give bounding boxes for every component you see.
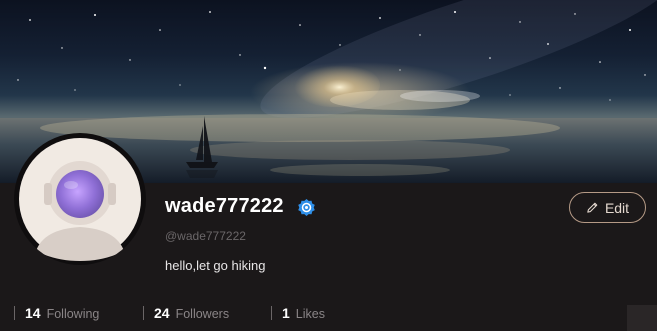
pencil-icon [587, 202, 598, 213]
stat-likes-count: 1 [282, 305, 290, 321]
corner-decoration [627, 305, 657, 331]
stat-followers-count: 24 [154, 305, 170, 321]
stat-divider [14, 306, 15, 320]
username: wade777222 [165, 195, 284, 217]
stat-likes[interactable]: 1 Likes [271, 305, 325, 321]
edit-button-label: Edit [604, 199, 630, 216]
verified-badge-icon [298, 198, 315, 217]
user-bio: hello,let go hiking [165, 258, 266, 273]
stat-following-label: Following [46, 307, 100, 321]
stat-likes-label: Likes [295, 307, 325, 321]
stat-following[interactable]: 14 Following [14, 305, 99, 321]
edit-profile-button[interactable]: Edit [569, 192, 646, 223]
stat-followers[interactable]: 24 Followers [143, 305, 229, 321]
avatar[interactable] [14, 133, 146, 265]
astronaut-avatar-icon [19, 138, 141, 261]
user-handle: @wade777222 [165, 229, 246, 243]
stat-divider [271, 306, 272, 320]
profile-page: wade777222 @wade777222 hello,let go hiki… [0, 0, 657, 331]
profile-stats: 14 Following 24 Followers 1 Likes [0, 305, 657, 325]
stat-followers-label: Followers [175, 307, 230, 321]
stat-following-count: 14 [25, 305, 41, 321]
stat-divider [143, 306, 144, 320]
